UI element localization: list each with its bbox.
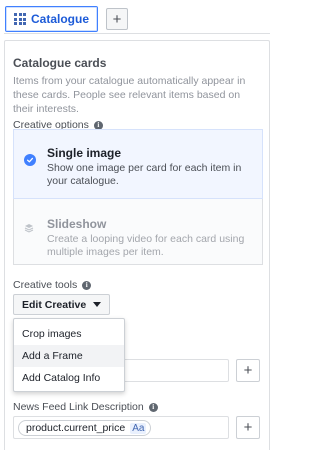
token-pill[interactable]: product.current_price Aa <box>18 420 152 436</box>
option-title: Single image <box>47 146 122 160</box>
menu-item-add-catalog-info[interactable]: Add Catalog Info <box>14 367 124 389</box>
add-tab-button[interactable]: + <box>106 8 129 30</box>
option-title: Slideshow <box>47 217 107 231</box>
tab-catalogue[interactable]: Catalogue <box>5 6 99 32</box>
edit-creative-label: Edit Creative <box>22 298 87 311</box>
news-feed-link-text: News Feed Link Description <box>13 401 144 413</box>
option-description: Show one image per card for each item in… <box>47 162 242 187</box>
edit-creative-button[interactable]: Edit Creative <box>13 294 111 315</box>
tab-divider <box>4 33 270 34</box>
stack-icon <box>24 224 34 233</box>
tab-bar: Catalogue + <box>5 6 129 32</box>
news-feed-link-label: News Feed Link Description i <box>13 401 158 413</box>
add-link-description-button[interactable]: + <box>236 416 260 439</box>
menu-item-crop-images[interactable]: Crop images <box>14 323 124 345</box>
link-description-field[interactable]: product.current_price Aa <box>13 416 229 439</box>
option-slideshow[interactable]: Slideshow Create a looping video for eac… <box>13 199 263 265</box>
section-title: Catalogue cards <box>13 56 107 70</box>
tab-catalogue-label: Catalogue <box>31 12 90 26</box>
caret-down-icon <box>93 302 102 307</box>
check-icon <box>24 154 36 166</box>
edit-creative-menu: Crop images Add a Frame Add Catalog Info <box>13 318 125 392</box>
info-icon[interactable]: i <box>82 280 92 290</box>
add-field-button[interactable]: + <box>236 359 260 382</box>
creative-tools-label: Creative tools i <box>13 279 92 291</box>
text-format-badge: Aa <box>130 422 147 434</box>
creative-tools-text: Creative tools <box>13 279 78 291</box>
grid-icon <box>14 13 26 25</box>
token-text: product.current_price <box>26 422 126 434</box>
section-description: Items from your catalogue automatically … <box>13 75 246 115</box>
option-single-image[interactable]: Single image Show one image per card for… <box>13 129 263 199</box>
info-icon[interactable]: i <box>148 402 158 412</box>
menu-item-add-frame[interactable]: Add a Frame <box>14 345 124 367</box>
option-description: Create a looping video for each card usi… <box>47 233 245 258</box>
